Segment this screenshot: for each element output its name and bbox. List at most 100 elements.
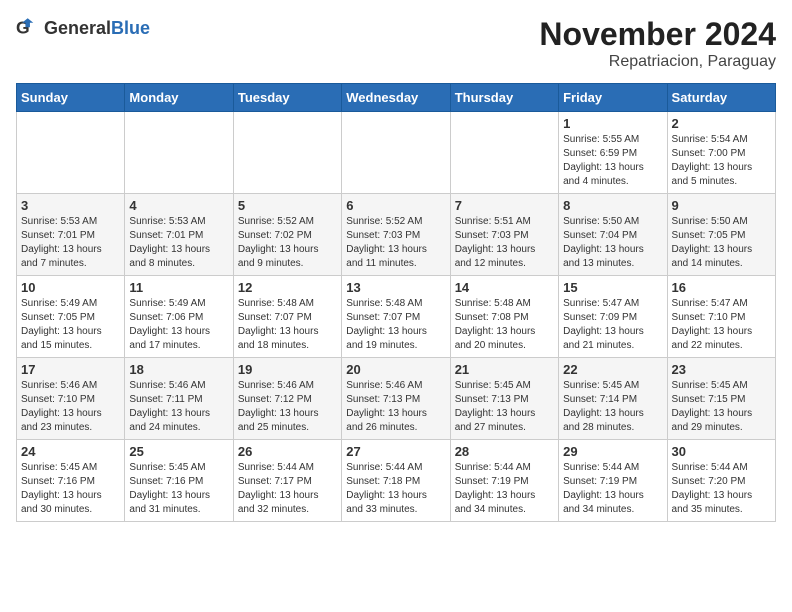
day-number: 2 xyxy=(672,116,771,131)
day-number: 11 xyxy=(129,280,228,295)
calendar-cell xyxy=(233,112,341,194)
calendar-cell xyxy=(342,112,450,194)
day-number: 6 xyxy=(346,198,445,213)
day-number: 4 xyxy=(129,198,228,213)
day-info: Sunrise: 5:44 AMSunset: 7:20 PMDaylight:… xyxy=(672,461,771,517)
month-title: November 2024 xyxy=(539,16,776,53)
day-info: Sunrise: 5:45 AMSunset: 7:16 PMDaylight:… xyxy=(129,461,228,517)
day-header-thursday: Thursday xyxy=(450,84,558,112)
calendar-cell: 16 Sunrise: 5:47 AMSunset: 7:10 PMDayligh… xyxy=(667,276,775,358)
days-header-row: SundayMondayTuesdayWednesdayThursdayFrid… xyxy=(17,84,776,112)
day-number: 3 xyxy=(21,198,120,213)
day-info: Sunrise: 5:54 AMSunset: 7:00 PMDaylight:… xyxy=(672,133,771,189)
day-number: 13 xyxy=(346,280,445,295)
calendar-cell: 28 Sunrise: 5:44 AMSunset: 7:19 PMDayligh… xyxy=(450,440,558,522)
calendar-cell: 10 Sunrise: 5:49 AMSunset: 7:05 PMDayligh… xyxy=(17,276,125,358)
day-number: 10 xyxy=(21,280,120,295)
day-number: 5 xyxy=(238,198,337,213)
header: G GeneralBlue November 2024 Repatriacion… xyxy=(16,16,776,71)
day-number: 27 xyxy=(346,444,445,459)
day-info: Sunrise: 5:45 AMSunset: 7:16 PMDaylight:… xyxy=(21,461,120,517)
day-number: 7 xyxy=(455,198,554,213)
day-info: Sunrise: 5:46 AMSunset: 7:13 PMDaylight:… xyxy=(346,379,445,435)
calendar-cell: 1 Sunrise: 5:55 AMSunset: 6:59 PMDaylight… xyxy=(559,112,667,194)
day-number: 26 xyxy=(238,444,337,459)
day-info: Sunrise: 5:53 AMSunset: 7:01 PMDaylight:… xyxy=(21,215,120,271)
calendar-cell: 30 Sunrise: 5:44 AMSunset: 7:20 PMDayligh… xyxy=(667,440,775,522)
day-info: Sunrise: 5:50 AMSunset: 7:04 PMDaylight:… xyxy=(563,215,662,271)
calendar-cell: 2 Sunrise: 5:54 AMSunset: 7:00 PMDaylight… xyxy=(667,112,775,194)
day-info: Sunrise: 5:45 AMSunset: 7:14 PMDaylight:… xyxy=(563,379,662,435)
calendar-cell: 17 Sunrise: 5:46 AMSunset: 7:10 PMDayligh… xyxy=(17,358,125,440)
calendar-cell xyxy=(17,112,125,194)
day-info: Sunrise: 5:44 AMSunset: 7:17 PMDaylight:… xyxy=(238,461,337,517)
day-info: Sunrise: 5:46 AMSunset: 7:10 PMDaylight:… xyxy=(21,379,120,435)
day-number: 16 xyxy=(672,280,771,295)
calendar-cell: 29 Sunrise: 5:44 AMSunset: 7:19 PMDayligh… xyxy=(559,440,667,522)
day-info: Sunrise: 5:52 AMSunset: 7:03 PMDaylight:… xyxy=(346,215,445,271)
day-number: 21 xyxy=(455,362,554,377)
day-info: Sunrise: 5:44 AMSunset: 7:19 PMDaylight:… xyxy=(563,461,662,517)
day-info: Sunrise: 5:53 AMSunset: 7:01 PMDaylight:… xyxy=(129,215,228,271)
calendar-cell: 5Sunrise: 5:52 AMSunset: 7:02 PMDaylight… xyxy=(233,194,341,276)
day-info: Sunrise: 5:49 AMSunset: 7:05 PMDaylight:… xyxy=(21,297,120,353)
calendar-table: SundayMondayTuesdayWednesdayThursdayFrid… xyxy=(16,83,776,522)
day-info: Sunrise: 5:48 AMSunset: 7:08 PMDaylight:… xyxy=(455,297,554,353)
logo-text-general: General xyxy=(44,18,111,38)
calendar-cell: 18Sunrise: 5:46 AMSunset: 7:11 PMDayligh… xyxy=(125,358,233,440)
calendar-cell: 19 Sunrise: 5:46 AMSunset: 7:12 PMDayligh… xyxy=(233,358,341,440)
calendar-cell: 4 Sunrise: 5:53 AMSunset: 7:01 PMDaylight… xyxy=(125,194,233,276)
day-number: 8 xyxy=(563,198,662,213)
calendar-cell: 14Sunrise: 5:48 AMSunset: 7:08 PMDayligh… xyxy=(450,276,558,358)
logo-text-blue: Blue xyxy=(111,18,150,38)
day-info: Sunrise: 5:44 AMSunset: 7:19 PMDaylight:… xyxy=(455,461,554,517)
day-info: Sunrise: 5:49 AMSunset: 7:06 PMDaylight:… xyxy=(129,297,228,353)
calendar-cell: 8 Sunrise: 5:50 AMSunset: 7:04 PMDaylight… xyxy=(559,194,667,276)
day-header-sunday: Sunday xyxy=(17,84,125,112)
day-header-tuesday: Tuesday xyxy=(233,84,341,112)
day-number: 28 xyxy=(455,444,554,459)
day-number: 20 xyxy=(346,362,445,377)
day-number: 24 xyxy=(21,444,120,459)
calendar-cell: 22 Sunrise: 5:45 AMSunset: 7:14 PMDayligh… xyxy=(559,358,667,440)
calendar-cell xyxy=(450,112,558,194)
logo: G GeneralBlue xyxy=(16,16,150,40)
day-info: Sunrise: 5:47 AMSunset: 7:09 PMDaylight:… xyxy=(563,297,662,353)
calendar-cell: 7Sunrise: 5:51 AMSunset: 7:03 PMDaylight… xyxy=(450,194,558,276)
calendar-cell: 26 Sunrise: 5:44 AMSunset: 7:17 PMDayligh… xyxy=(233,440,341,522)
day-number: 17 xyxy=(21,362,120,377)
day-number: 9 xyxy=(672,198,771,213)
day-info: Sunrise: 5:48 AMSunset: 7:07 PMDaylight:… xyxy=(238,297,337,353)
day-info: Sunrise: 5:47 AMSunset: 7:10 PMDaylight:… xyxy=(672,297,771,353)
calendar-cell: 9 Sunrise: 5:50 AMSunset: 7:05 PMDaylight… xyxy=(667,194,775,276)
week-row-5: 24 Sunrise: 5:45 AMSunset: 7:16 PMDayligh… xyxy=(17,440,776,522)
calendar-cell: 27Sunrise: 5:44 AMSunset: 7:18 PMDayligh… xyxy=(342,440,450,522)
day-number: 25 xyxy=(129,444,228,459)
day-header-wednesday: Wednesday xyxy=(342,84,450,112)
week-row-4: 17 Sunrise: 5:46 AMSunset: 7:10 PMDayligh… xyxy=(17,358,776,440)
day-number: 23 xyxy=(672,362,771,377)
day-number: 22 xyxy=(563,362,662,377)
calendar-cell: 20 Sunrise: 5:46 AMSunset: 7:13 PMDayligh… xyxy=(342,358,450,440)
day-number: 19 xyxy=(238,362,337,377)
day-number: 30 xyxy=(672,444,771,459)
day-number: 29 xyxy=(563,444,662,459)
day-info: Sunrise: 5:46 AMSunset: 7:11 PMDaylight:… xyxy=(129,379,228,435)
calendar-cell: 13 Sunrise: 5:48 AMSunset: 7:07 PMDayligh… xyxy=(342,276,450,358)
logo-icon: G xyxy=(16,16,40,40)
week-row-1: 1 Sunrise: 5:55 AMSunset: 6:59 PMDaylight… xyxy=(17,112,776,194)
day-number: 12 xyxy=(238,280,337,295)
calendar-cell: 21 Sunrise: 5:45 AMSunset: 7:13 PMDayligh… xyxy=(450,358,558,440)
day-info: Sunrise: 5:45 AMSunset: 7:15 PMDaylight:… xyxy=(672,379,771,435)
calendar-cell: 3 Sunrise: 5:53 AMSunset: 7:01 PMDaylight… xyxy=(17,194,125,276)
day-info: Sunrise: 5:50 AMSunset: 7:05 PMDaylight:… xyxy=(672,215,771,271)
day-number: 1 xyxy=(563,116,662,131)
day-header-monday: Monday xyxy=(125,84,233,112)
week-row-2: 3 Sunrise: 5:53 AMSunset: 7:01 PMDaylight… xyxy=(17,194,776,276)
day-info: Sunrise: 5:46 AMSunset: 7:12 PMDaylight:… xyxy=(238,379,337,435)
day-info: Sunrise: 5:48 AMSunset: 7:07 PMDaylight:… xyxy=(346,297,445,353)
day-info: Sunrise: 5:45 AMSunset: 7:13 PMDaylight:… xyxy=(455,379,554,435)
calendar-cell: 12 Sunrise: 5:48 AMSunset: 7:07 PMDayligh… xyxy=(233,276,341,358)
calendar-cell: 24 Sunrise: 5:45 AMSunset: 7:16 PMDayligh… xyxy=(17,440,125,522)
day-info: Sunrise: 5:55 AMSunset: 6:59 PMDaylight:… xyxy=(563,133,662,189)
